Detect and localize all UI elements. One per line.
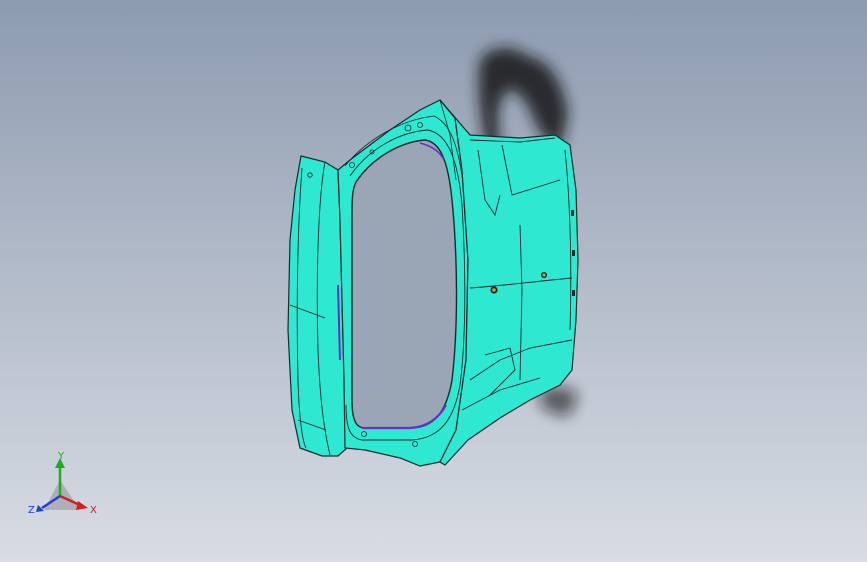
x-axis-label: X	[90, 505, 97, 516]
door-frame[interactable]	[337, 99, 469, 467]
model-view[interactable]	[0, 0, 867, 562]
z-axis-label: Z	[28, 505, 35, 516]
graphics-viewport[interactable]: Y X Z	[0, 0, 867, 562]
y-axis-label: Y	[58, 451, 65, 462]
view-triad[interactable]: Y X Z	[28, 450, 108, 520]
